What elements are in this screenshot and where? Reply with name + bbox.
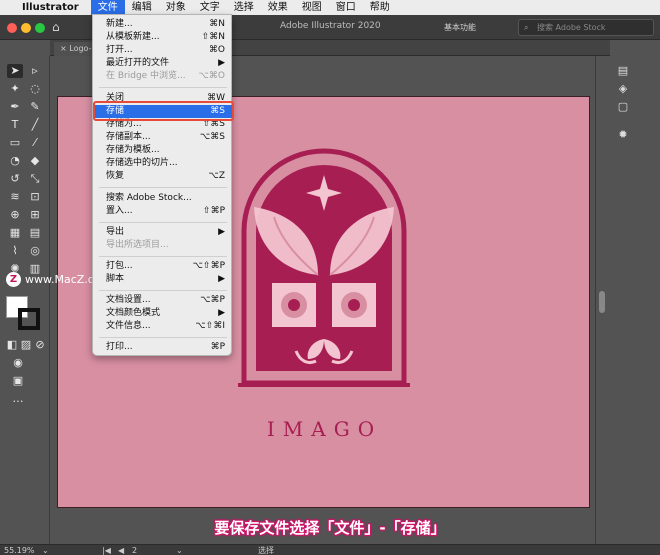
properties-panel-icon[interactable]: ▤ [616,64,630,78]
menu-window[interactable]: 窗口 [329,0,363,15]
submenu-arrow-icon: ▶ [218,274,225,284]
menu-type[interactable]: 文字 [193,0,227,15]
close-window-button[interactable] [7,23,17,33]
menu-separator [99,187,227,188]
warp-tool-icon[interactable]: ≋ [7,190,23,204]
prev-artboard-button[interactable]: ◀ [118,545,124,555]
rotate-tool-icon[interactable]: ↺ [7,172,23,186]
app-menu[interactable]: Illustrator [22,2,79,13]
direct-selection-tool-icon[interactable]: ▹ [27,64,43,78]
status-bar: 55.19% ⌄ |◀ ◀ 2 ⌄ 选择 [0,544,660,555]
workspace-switcher[interactable]: 基本功能 [444,22,476,33]
tools-panel: ➤ ▹ ✦ ◌ ✒ ✎ T ╱ ▭ ⁄ ◔ ◆ ↺ ⤡ ≋ ⊡ ⊕ ⊞ ▦ ▤ … [0,56,50,544]
appearance-panel-icon[interactable]: ✹ [616,128,630,142]
gradient-tool-icon[interactable]: ▤ [27,226,43,240]
menu-separator [99,290,227,291]
perspective-grid-tool-icon[interactable]: ⊞ [27,208,43,222]
more-tools-icon[interactable]: … [10,392,26,406]
window-title: Adobe Illustrator 2020 [280,21,381,31]
submenu-arrow-icon: ▶ [218,58,225,68]
scale-tool-icon[interactable]: ⤡ [27,172,43,186]
libraries-panel-icon[interactable]: ▢ [616,100,630,114]
menu-item-search-adobe-stock[interactable]: 搜索 Adobe Stock... [93,192,233,205]
type-tool-icon[interactable]: T [7,118,23,132]
line-tool-icon[interactable]: ╱ [27,118,43,132]
stroke-color-swatch[interactable] [18,308,40,330]
menu-item-open[interactable]: 打开... ⌘O [93,44,233,57]
logo-artwork[interactable] [238,147,410,387]
blend-tool-icon[interactable]: ◎ [27,244,43,258]
shaper-tool-icon[interactable]: ◔ [7,154,23,168]
selection-tool-icon[interactable]: ➤ [7,64,23,78]
menu-object[interactable]: 对象 [159,0,193,15]
menu-separator [99,222,227,223]
menu-item-browse-in-bridge: 在 Bridge 中浏览... ⌥⌘O [106,71,225,81]
submenu-arrow-icon: ▶ [218,227,225,237]
paintbrush-tool-icon[interactable]: ⁄ [27,136,43,150]
menu-edit[interactable]: 编辑 [125,0,159,15]
macos-menu-bar: Illustrator 文件 编辑 对象 文字 选择 效果 视图 窗口 帮助 [0,0,660,15]
search-icon: ⌕ [524,23,529,32]
eyedropper-tool-icon[interactable]: ⌇ [7,244,23,258]
menu-view[interactable]: 视图 [295,0,329,15]
magic-wand-tool-icon[interactable]: ✦ [7,82,23,96]
screen-mode-icon[interactable]: ▣ [10,374,26,388]
zoom-dropdown-icon[interactable]: ⌄ [42,545,49,555]
save-highlight-box [93,101,234,121]
watermark-logo-icon: Z [6,272,21,287]
stock-search-input[interactable]: ⌕ 搜索 Adobe Stock [518,19,654,36]
menu-item-export-selection: 导出所选项目... [106,240,169,250]
menu-select[interactable]: 选择 [227,0,261,15]
menu-item-document-color-mode[interactable]: 文档颜色模式 ▶ [93,307,233,320]
eraser-tool-icon[interactable]: ◆ [27,154,43,168]
first-artboard-button[interactable]: |◀ [102,545,111,555]
menu-separator [99,337,227,338]
zoom-level[interactable]: 55.19% [4,545,35,555]
submenu-arrow-icon: ▶ [218,308,225,318]
menu-separator [99,87,227,88]
menu-item-print[interactable]: 打印... ⌘P [93,341,233,354]
artboard-number[interactable]: 2 [132,545,137,555]
rectangle-tool-icon[interactable]: ▭ [7,136,23,150]
right-panel-dock: ▤ ◈ ▢ ✹ [595,56,660,544]
zoom-window-button[interactable] [35,23,45,33]
menu-item-save-as-template[interactable]: 存储为模板... [93,144,233,157]
layers-panel-icon[interactable]: ◈ [616,82,630,96]
vertical-scrollbar[interactable] [599,291,605,313]
menu-item-export[interactable]: 导出 ▶ [93,226,233,239]
stock-search-placeholder: 搜索 Adobe Stock [537,23,606,32]
minimize-window-button[interactable] [21,23,31,33]
menu-item-place[interactable]: 置入... ⇧⌘P [93,205,233,218]
menu-file[interactable]: 文件 [90,0,125,15]
menu-effect[interactable]: 效果 [261,0,295,15]
menu-item-package[interactable]: 打包... ⌥⇧⌘P [93,260,233,273]
menu-item-save-selected-slices[interactable]: 存储选中的切片... [93,157,233,170]
menu-item-scripts[interactable]: 脚本 ▶ [93,273,233,286]
pen-tool-icon[interactable]: ✒ [7,100,23,114]
close-icon[interactable]: × [60,44,69,53]
curvature-tool-icon[interactable]: ✎ [27,100,43,114]
menu-help[interactable]: 帮助 [363,0,397,15]
menu-item-document-setup[interactable]: 文档设置... ⌥⌘P [93,294,233,307]
menu-item-file-info[interactable]: 文件信息... ⌥⇧⌘I [93,320,233,333]
menu-item-new[interactable]: 新建... ⌘N [93,18,233,31]
file-menu-dropdown: 新建... ⌘N 从模板新建... ⇧⌘N 打开... ⌘O 最近打开的文件 ▶ 在 B… [92,14,233,356]
logo-text: IMAGO [266,417,383,441]
menu-item-revert[interactable]: 恢复 ⌥Z [93,170,233,183]
menu-separator [99,256,227,257]
menu-item-open-recent[interactable]: 最近打开的文件 ▶ [93,57,233,70]
home-icon[interactable]: ⌂ [52,20,60,34]
menu-item-new-from-template[interactable]: 从模板新建... ⇧⌘N [93,31,233,44]
tutorial-caption: 要保存文件选择「文件」-「存储」 [214,519,446,537]
menu-item-save-copy[interactable]: 存储副本... ⌥⌘S [93,131,233,144]
free-transform-tool-icon[interactable]: ⊡ [27,190,43,204]
artboard-dropdown-icon[interactable]: ⌄ [176,545,183,555]
current-tool-status: 选择 [258,546,274,555]
drawing-mode-icon[interactable]: ◉ [10,356,26,370]
none-mode-icon[interactable]: ⊘ [32,338,48,352]
lasso-tool-icon[interactable]: ◌ [27,82,43,96]
mesh-tool-icon[interactable]: ▦ [7,226,23,240]
shape-builder-tool-icon[interactable]: ⊕ [7,208,23,222]
